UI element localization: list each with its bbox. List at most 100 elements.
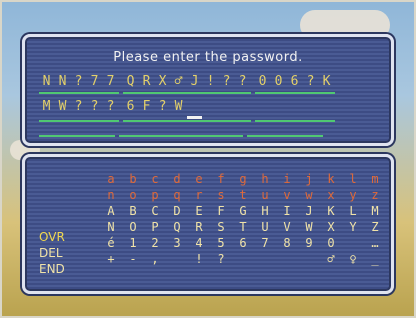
keyboard-key[interactable]	[233, 251, 253, 267]
keyboard-key[interactable]: +	[101, 251, 121, 267]
keyboard-key[interactable]: z	[365, 187, 385, 203]
keyboard-key[interactable]: 2	[145, 235, 165, 251]
keyboard-key[interactable]: é	[101, 235, 121, 251]
password-slot[interactable]: 0	[271, 73, 286, 91]
keyboard-key[interactable]: Q	[167, 219, 187, 235]
password-slot[interactable]: 0	[255, 73, 270, 91]
password-slot[interactable]: 6	[123, 98, 138, 116]
keyboard-key[interactable]: e	[189, 171, 209, 187]
keyboard-key[interactable]: g	[233, 171, 253, 187]
password-slot[interactable]: M	[39, 98, 54, 116]
keyboard-key[interactable]: ?	[211, 251, 231, 267]
keyboard-key[interactable]: Z	[365, 219, 385, 235]
keyboard-key[interactable]: u	[255, 187, 275, 203]
keyboard-key[interactable]: h	[255, 171, 275, 187]
keyboard-key[interactable]	[167, 251, 187, 267]
keyboard-key[interactable]: 8	[277, 235, 297, 251]
keyboard-key[interactable]: X	[321, 219, 341, 235]
keyboard-key[interactable]: Y	[343, 219, 363, 235]
keyboard-key[interactable]: 4	[189, 235, 209, 251]
keyboard-key[interactable]: w	[299, 187, 319, 203]
password-slot[interactable]: 6	[287, 73, 302, 91]
keyboard-key[interactable]: 3	[167, 235, 187, 251]
password-slot[interactable]: ?	[87, 98, 102, 116]
password-slot[interactable]: ?	[303, 73, 318, 91]
keyboard-key[interactable]: 0	[321, 235, 341, 251]
password-slot[interactable]: ?	[103, 98, 118, 116]
password-slot[interactable]: K	[319, 73, 334, 91]
keyboard-key[interactable]	[255, 251, 275, 267]
password-slot[interactable]: ?	[71, 73, 86, 91]
password-slot[interactable]	[303, 98, 318, 116]
password-slot[interactable]	[319, 98, 334, 116]
password-slot[interactable]: X	[155, 73, 170, 91]
keyboard-key[interactable]: r	[189, 187, 209, 203]
keyboard-key[interactable]: W	[299, 219, 319, 235]
password-slot[interactable]: N	[55, 73, 70, 91]
keyboard-key[interactable]: S	[211, 219, 231, 235]
password-slot[interactable]: Q	[123, 73, 138, 91]
keyboard-key[interactable]: N	[101, 219, 121, 235]
keyboard-key[interactable]: k	[321, 171, 341, 187]
password-slot[interactable]: W	[55, 98, 70, 116]
password-slot[interactable]: W	[171, 98, 186, 116]
keyboard-key[interactable]: …	[365, 235, 385, 251]
password-slot[interactable]	[287, 98, 302, 116]
keyboard-key[interactable]: ,	[145, 251, 165, 267]
password-slot[interactable]: ♂	[171, 73, 186, 91]
keyboard-key[interactable]: d	[167, 171, 187, 187]
keyboard-key[interactable]: A	[101, 203, 121, 219]
keyboard-key[interactable]: 7	[255, 235, 275, 251]
keyboard-key[interactable]: B	[123, 203, 143, 219]
keyboard-key[interactable]: M	[365, 203, 385, 219]
keyboard-key[interactable]	[343, 235, 363, 251]
password-slot[interactable]	[203, 98, 218, 116]
keyboard-key[interactable]: ♂	[321, 251, 341, 267]
keyboard-key[interactable]: 5	[211, 235, 231, 251]
password-slot[interactable]: !	[203, 73, 218, 91]
keyboard-key[interactable]: -	[123, 251, 143, 267]
keyboard-key[interactable]: c	[145, 171, 165, 187]
password-slot[interactable]: 7	[87, 73, 102, 91]
password-slot[interactable]: R	[139, 73, 154, 91]
keyboard-key[interactable]: ♀	[343, 251, 363, 267]
keyboard-key[interactable]: T	[233, 219, 253, 235]
keyboard-key[interactable]	[277, 251, 297, 267]
keyboard-key[interactable]: 6	[233, 235, 253, 251]
password-slot[interactable]: ?	[155, 98, 170, 116]
password-slot[interactable]	[235, 98, 250, 116]
password-slot[interactable]	[255, 98, 270, 116]
keyboard-key[interactable]: J	[299, 203, 319, 219]
keyboard-key[interactable]: F	[211, 203, 231, 219]
password-slot[interactable]: N	[39, 73, 54, 91]
password-slot[interactable]: J	[187, 73, 202, 91]
end-command[interactable]: END	[39, 261, 65, 277]
keyboard-key[interactable]: E	[189, 203, 209, 219]
keyboard-key[interactable]: 9	[299, 235, 319, 251]
keyboard-key[interactable]	[299, 251, 319, 267]
password-slot[interactable]	[219, 98, 234, 116]
keyboard-key[interactable]: j	[299, 171, 319, 187]
keyboard-key[interactable]: q	[167, 187, 187, 203]
input-cursor[interactable]	[187, 98, 202, 119]
delete-command[interactable]: DEL	[39, 245, 65, 261]
keyboard-key[interactable]: H	[255, 203, 275, 219]
keyboard-key[interactable]: s	[211, 187, 231, 203]
keyboard-key[interactable]: L	[343, 203, 363, 219]
password-slot[interactable]	[271, 98, 286, 116]
password-slot[interactable]: ?	[219, 73, 234, 91]
keyboard-key[interactable]: b	[123, 171, 143, 187]
keyboard-key[interactable]: y	[343, 187, 363, 203]
keyboard-key[interactable]: V	[277, 219, 297, 235]
keyboard-key[interactable]: I	[277, 203, 297, 219]
keyboard-key[interactable]: R	[189, 219, 209, 235]
overwrite-command[interactable]: OVR	[39, 229, 65, 245]
password-slot[interactable]: F	[139, 98, 154, 116]
keyboard-key[interactable]: a	[101, 171, 121, 187]
keyboard-key[interactable]: v	[277, 187, 297, 203]
keyboard-key[interactable]: U	[255, 219, 275, 235]
keyboard-key[interactable]: 1	[123, 235, 143, 251]
password-slot[interactable]: ?	[235, 73, 250, 91]
keyboard-key[interactable]: C	[145, 203, 165, 219]
keyboard-key[interactable]: x	[321, 187, 341, 203]
